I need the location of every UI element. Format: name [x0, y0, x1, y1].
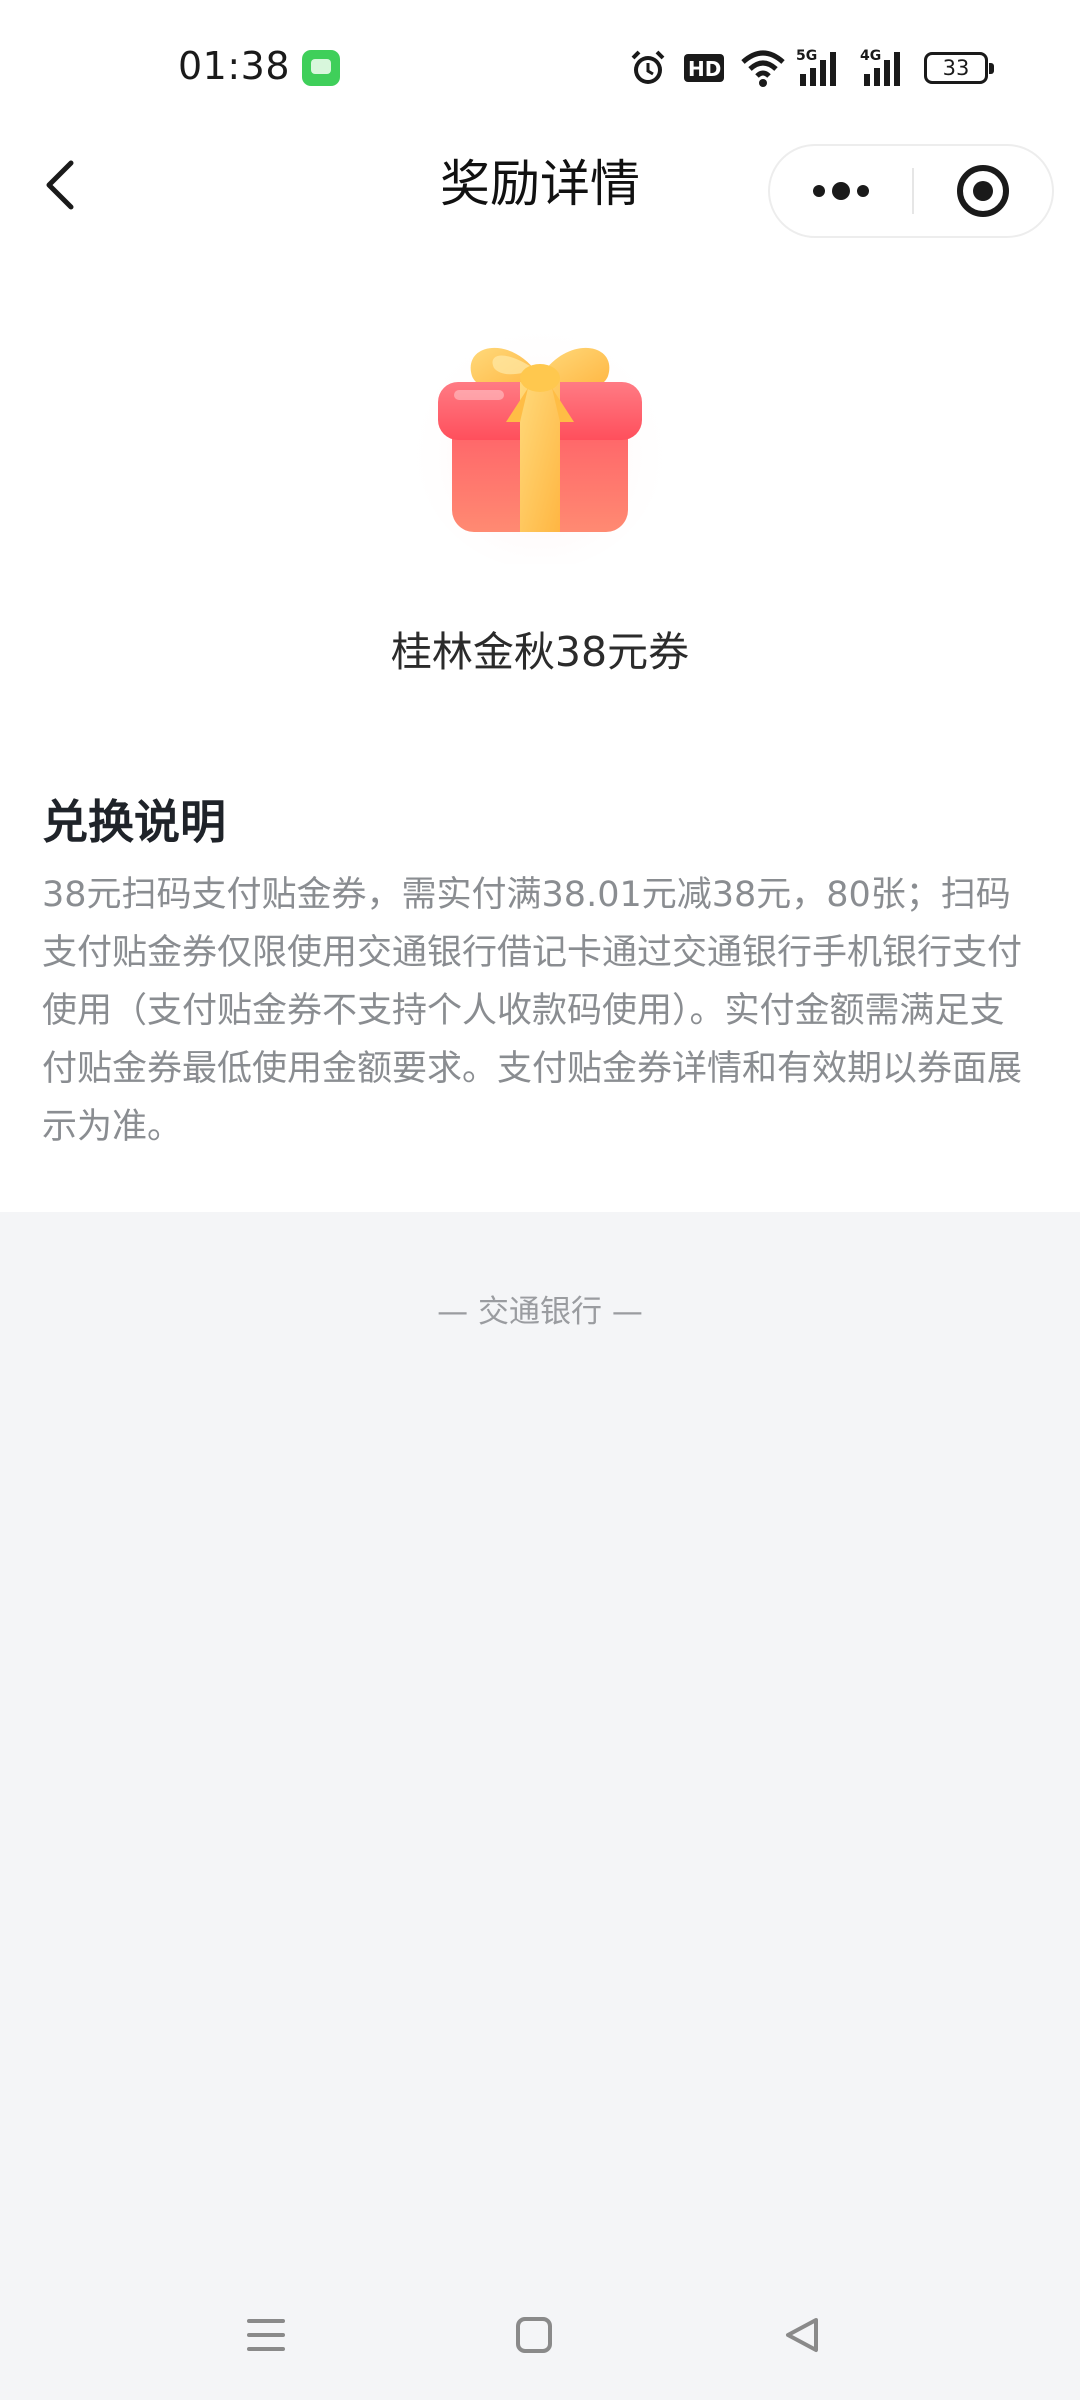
svg-text:HD: HD	[688, 57, 721, 81]
system-back-button[interactable]	[772, 2310, 832, 2360]
target-close-icon	[957, 165, 1009, 217]
mini-program-capsule	[768, 144, 1054, 238]
alarm-icon	[631, 50, 665, 84]
home-square-icon	[516, 2317, 552, 2353]
gift-box-icon	[415, 319, 665, 564]
battery-level: 33	[942, 56, 970, 80]
page: 01:38 HD 5G 4G 33 奖励详情 桂林金秋38元券 兑换说明 38元…	[0, 0, 1080, 2400]
signal-5g-icon: 5G	[796, 48, 836, 86]
footer-brand: — 交通银行 —	[437, 1294, 643, 1330]
home-button[interactable]	[504, 2310, 564, 2360]
hd-icon: HD	[684, 54, 724, 82]
nav-bar: 奖励详情	[0, 132, 1080, 242]
status-time: 01:38	[178, 44, 291, 88]
menu-button[interactable]	[236, 2310, 296, 2360]
battery-icon: 33	[924, 52, 994, 84]
close-button[interactable]	[914, 146, 1052, 236]
system-nav-bar	[0, 2290, 1080, 2380]
svg-text:5G: 5G	[796, 48, 817, 64]
menu-icon	[247, 2319, 285, 2351]
svg-text:4G: 4G	[860, 48, 881, 64]
wifi-icon	[741, 50, 785, 87]
reward-name: 桂林金秋38元券	[390, 628, 690, 676]
message-app-icon	[302, 50, 340, 86]
back-triangle-icon	[786, 2318, 818, 2352]
signal-4g-icon: 4G	[860, 48, 900, 86]
redeem-description: 38元扫码支付贴金券，需实付满38.01元减38元，80张；扫码支付贴金券仅限使…	[42, 875, 1023, 1147]
redeem-section-title: 兑换说明	[42, 795, 226, 849]
reward-detail-card: 桂林金秋38元券 兑换说明 38元扫码支付贴金券，需实付满38.01元减38元，…	[0, 242, 1080, 1212]
more-dots-icon	[813, 182, 869, 200]
status-bar: 01:38 HD 5G 4G 33	[0, 0, 1080, 132]
more-button[interactable]	[770, 146, 912, 236]
